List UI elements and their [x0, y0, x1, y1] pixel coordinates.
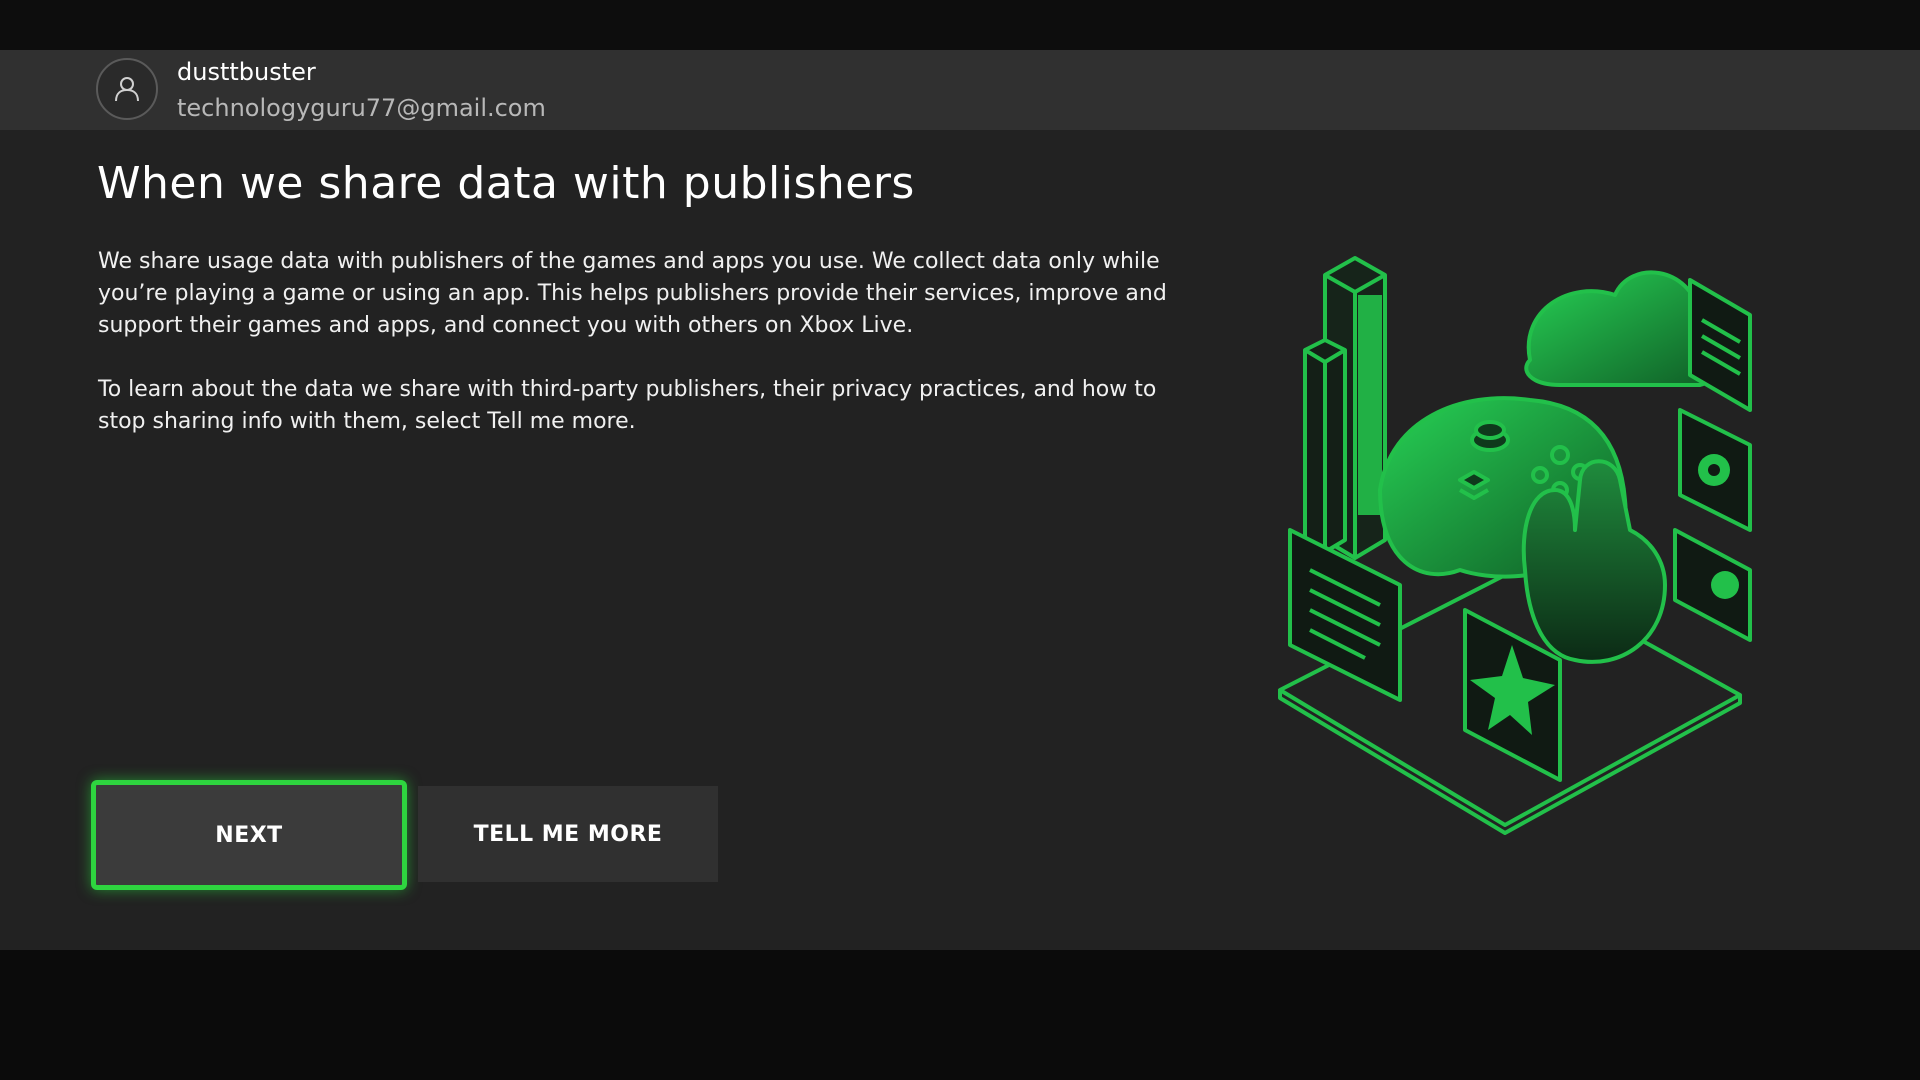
top-letterbox — [0, 0, 1920, 50]
tell-me-more-button[interactable]: TELL ME MORE — [418, 786, 718, 882]
body-paragraph-learn-more: To learn about the data we share with th… — [98, 377, 1157, 434]
page-title: When we share data with publishers — [97, 158, 915, 209]
body-paragraph-usage: We share usage data with publishers of t… — [98, 249, 1167, 338]
next-button[interactable]: NEXT — [91, 780, 407, 890]
account-email: technologyguru77@gmail.com — [177, 94, 546, 122]
bottom-letterbox — [0, 950, 1920, 1080]
avatar — [96, 58, 158, 120]
gamertag: dusttbuster — [177, 58, 316, 86]
person-icon — [115, 77, 139, 102]
data-sharing-illustration — [1278, 256, 1752, 835]
